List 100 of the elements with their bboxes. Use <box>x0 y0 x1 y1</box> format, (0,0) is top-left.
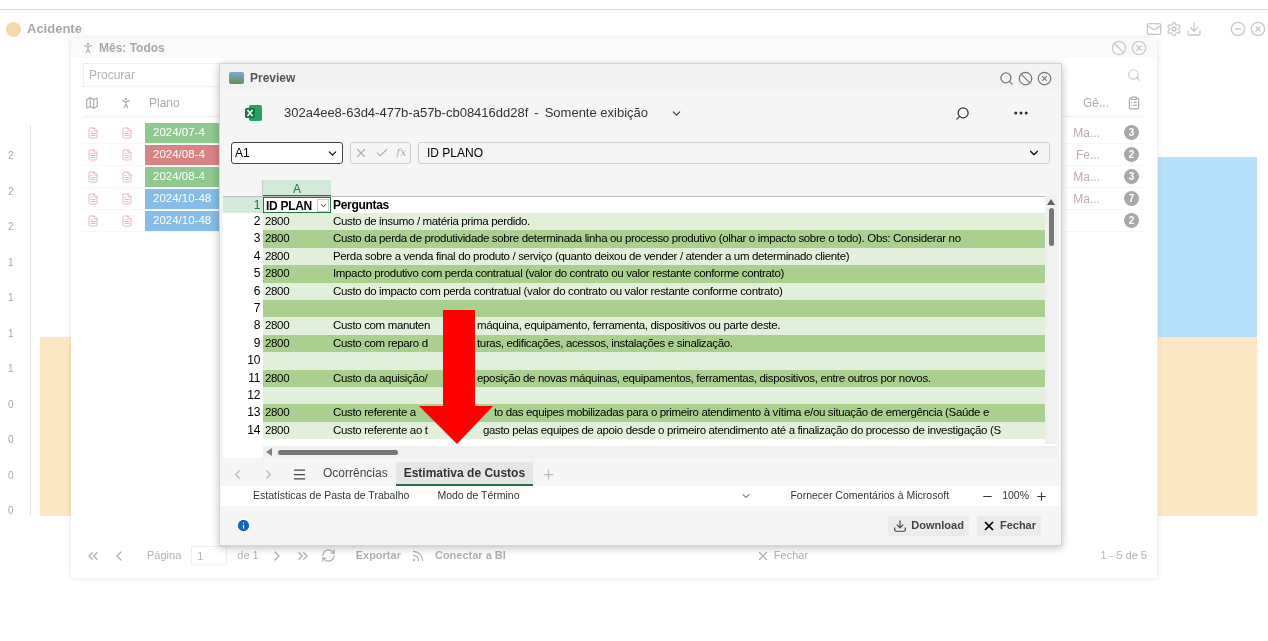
search-icon[interactable] <box>955 105 970 121</box>
pdf-icon[interactable] <box>87 126 99 139</box>
scrollbar-thumb[interactable] <box>1048 208 1054 246</box>
block-icon[interactable] <box>1018 70 1033 86</box>
add-sheet-icon[interactable] <box>541 466 557 482</box>
window-title: Mês: Todos <box>99 40 165 57</box>
header-cell-text: Perguntas <box>332 197 389 213</box>
table-cell-text: 2800 <box>264 283 291 299</box>
axis-label: 0 <box>8 433 14 447</box>
pdf-icon[interactable] <box>121 148 133 161</box>
scroll-left-icon[interactable] <box>266 448 272 456</box>
mail-icon[interactable] <box>1146 21 1162 37</box>
plan-cell: 2024/07-4 <box>145 122 219 143</box>
sheet-tab[interactable]: Estimativa de Custos <box>395 462 534 486</box>
search-field[interactable]: Procurar <box>83 63 219 87</box>
close-button[interactable]: Fechar <box>976 515 1041 536</box>
clipboard-icon[interactable] <box>1127 96 1141 110</box>
pdf-icon[interactable] <box>121 170 133 183</box>
row-number[interactable]: 13 <box>223 404 263 422</box>
table-cell-text: Custo de insumo / matéria prima perdido. <box>332 214 530 229</box>
column-header[interactable]: A <box>263 180 331 196</box>
separator: - <box>534 104 539 123</box>
dashboard-title: Acidente <box>27 20 82 39</box>
row-number[interactable]: 5 <box>223 265 263 283</box>
search-input[interactable]: Procurar <box>89 66 209 84</box>
download-button[interactable]: Download <box>888 515 969 536</box>
info-icon[interactable] <box>236 518 251 533</box>
count-badge: 2 <box>1124 147 1139 162</box>
table-cell-text: 2800 <box>264 335 291 351</box>
pdf-icon[interactable] <box>87 214 99 227</box>
window-title: Preview <box>250 70 296 87</box>
table-cell-text: to das equipes mobilizadas para o primeiro atendimento à vítima e/ou situação de emergência (Saúde e <box>494 405 989 421</box>
pdf-icon[interactable] <box>121 192 133 205</box>
mode-label: Somente exibição <box>544 104 648 123</box>
axis-label: 1 <box>8 326 14 341</box>
table-cell-text: Custo referente a <box>332 405 416 421</box>
header-cell: ID PLAN <box>263 197 331 213</box>
table-cell-text: 2800 <box>264 405 291 421</box>
row-number[interactable]: 2 <box>223 213 263 231</box>
table-cell-text: máquina, equipamento, ferramenta, dispositivos ou parte deste. <box>477 318 781 334</box>
plan-cell: 2024/08-4 <box>145 166 219 187</box>
table-cell-text: gasto pelas equipes de apoio desde o primeiro atendimento até a finalização do processo de investigação (S <box>483 422 1001 438</box>
name-box[interactable]: A1 <box>231 142 343 164</box>
feedback-link[interactable]: Fornecer Comentários à Microsoft <box>790 488 950 504</box>
row-number[interactable]: 8 <box>223 317 263 335</box>
feed-icon <box>410 548 425 563</box>
count-badge: 3 <box>1124 169 1139 184</box>
gender-cell-text: Fe... <box>1076 146 1100 164</box>
axis-label: 0 <box>8 397 14 412</box>
zoom-level: 100% <box>1002 488 1029 504</box>
pdf-icon[interactable] <box>87 192 99 205</box>
sheet-tab[interactable]: Ocorrências <box>315 462 396 486</box>
check-icon[interactable] <box>375 146 390 160</box>
plan-cell: 2024/10-48 <box>145 210 219 231</box>
map-icon[interactable] <box>85 96 99 110</box>
picture-icon <box>229 72 244 84</box>
table-cell-text: 2800 <box>264 214 291 229</box>
axis-label: 1 <box>8 255 14 270</box>
settings-icon[interactable] <box>1166 21 1182 37</box>
minimize-icon[interactable] <box>1230 21 1246 37</box>
table-cell-text: 2800 <box>264 231 291 247</box>
plan-cell: 2024/08-4 <box>145 144 219 165</box>
table-cell-text: Perda sobre a venda final do produto / serviço (quanto deixou de vender / atender a um determinado cliente) <box>332 248 850 264</box>
pdf-icon[interactable] <box>87 148 99 161</box>
figure-icon[interactable] <box>119 96 133 110</box>
count-badge: 7 <box>1124 191 1139 206</box>
formula-field[interactable]: ID PLANO <box>418 142 1050 164</box>
pdf-icon[interactable] <box>121 214 133 227</box>
gender-cell-text: Ma... <box>1073 124 1100 142</box>
gender-cell-text: Ma... <box>1073 168 1100 186</box>
status-text[interactable]: Modo de Término <box>437 488 520 504</box>
pdf-icon[interactable] <box>87 170 99 183</box>
table-cell-text: Custo com manuten <box>332 318 430 334</box>
page-count: de 1 <box>237 548 259 564</box>
table-cell-text: 2800 <box>264 370 291 386</box>
axis-label: 0 <box>8 504 14 518</box>
row-number[interactable]: 10 <box>223 352 263 370</box>
table-cell-text: Custo com reparo d <box>332 335 428 351</box>
zoom-in-icon[interactable] <box>1035 489 1048 503</box>
status-text[interactable]: Estatísticas de Pasta de Trabalho <box>253 488 410 504</box>
scroll-up-icon[interactable] <box>1047 199 1055 205</box>
table-cell-text: eposição de novas máquinas, equipamentos, ferramentas, dispositivos, entre outros por novos. <box>477 370 931 386</box>
table-cell-text: Impacto produtivo com perda contratual (valor do contrato ou valor restante conforme contrato) <box>332 266 784 282</box>
table-cell-text: 2800 <box>264 318 291 334</box>
count-badge: 3 <box>1124 125 1139 140</box>
page-label: Página <box>147 548 182 564</box>
menu-icon[interactable] <box>292 466 307 482</box>
table-cell-text: Custo do impacto com perda contratual (valor do contrato ou valor restante conforme contrato) <box>332 283 783 299</box>
count-badge: 2 <box>1124 213 1139 228</box>
axis-label: 2 <box>8 184 14 199</box>
axis-label: 1 <box>8 291 14 305</box>
axis-label: 0 <box>8 468 14 483</box>
download-icon[interactable] <box>893 518 908 533</box>
gender-cell-text: Ma... <box>1073 190 1100 208</box>
refresh-icon[interactable] <box>320 548 336 563</box>
scrollbar-thumb[interactable] <box>278 449 398 455</box>
table-cell-text: 2800 <box>264 248 291 264</box>
pdf-icon[interactable] <box>121 126 133 139</box>
row-number[interactable]: 1 <box>223 197 263 213</box>
row-number[interactable]: 3 <box>223 230 263 248</box>
